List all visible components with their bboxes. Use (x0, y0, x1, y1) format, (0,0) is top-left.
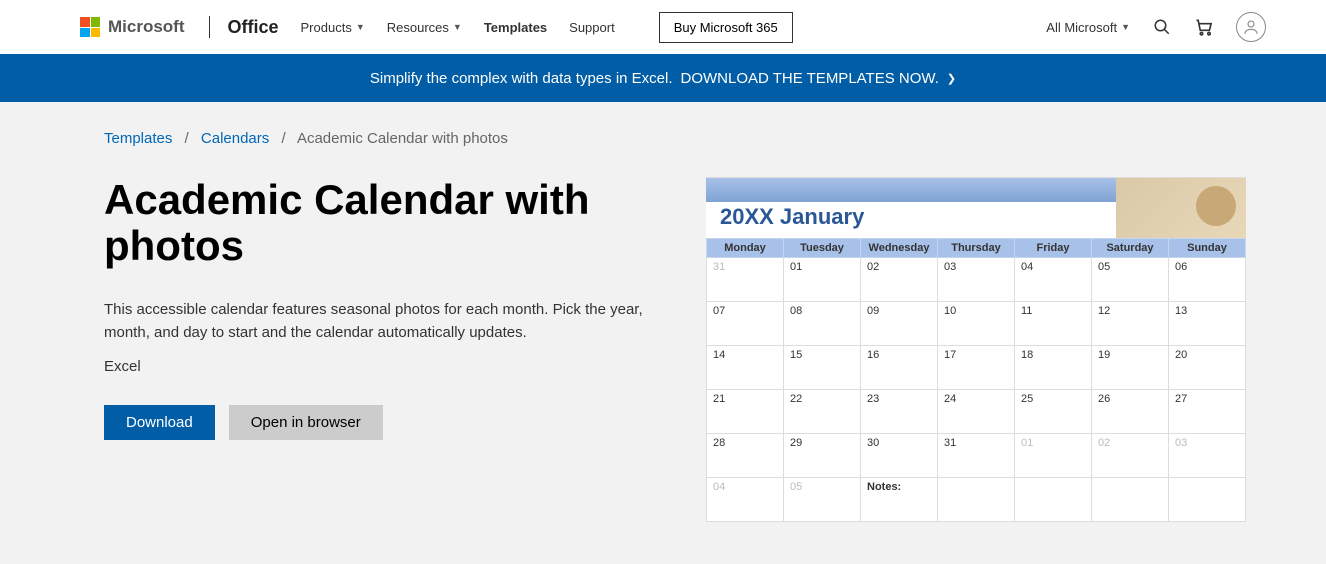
calendar-cell: 05 (784, 478, 861, 522)
banner-cta: DOWNLOAD THE TEMPLATES NOW. (681, 70, 939, 87)
primary-nav: Products ▼ Resources ▼ Templates Support B… (301, 12, 793, 43)
calendar-cell: Notes: (861, 478, 938, 522)
chevron-down-icon: ▼ (356, 22, 365, 32)
calendar-cell: 08 (784, 302, 861, 346)
calendar-cell: 04 (1015, 258, 1092, 302)
calendar-cell: 06 (1169, 258, 1246, 302)
calendar-cell: 12 (1092, 302, 1169, 346)
calendar-cell: 02 (1092, 434, 1169, 478)
open-in-browser-button[interactable]: Open in browser (229, 405, 383, 440)
search-icon[interactable] (1152, 17, 1172, 37)
nav-templates[interactable]: Templates (484, 20, 547, 35)
microsoft-text: Microsoft (108, 17, 185, 37)
calendar-cell: 04 (707, 478, 784, 522)
calendar-day-header: Tuesday (784, 239, 861, 258)
action-buttons: Download Open in browser (104, 405, 659, 440)
template-preview: 20XX January MondayTuesdayWednesdayThurs… (706, 177, 1246, 522)
calendar-cell: 03 (938, 258, 1015, 302)
template-details: Academic Calendar with photos This acces… (104, 177, 659, 522)
calendar-day-header: Wednesday (861, 239, 938, 258)
calendar-cell: 05 (1092, 258, 1169, 302)
all-microsoft-menu[interactable]: All Microsoft ▼ (1046, 20, 1130, 35)
calendar-cell: 23 (861, 390, 938, 434)
calendar-cell: 16 (861, 346, 938, 390)
calendar-cell: 30 (861, 434, 938, 478)
calendar-cell: 26 (1092, 390, 1169, 434)
calendar-cell: 01 (784, 258, 861, 302)
breadcrumb-separator: / (185, 130, 189, 147)
calendar-cell: 09 (861, 302, 938, 346)
breadcrumb-calendars[interactable]: Calendars (201, 130, 269, 147)
promo-banner[interactable]: Simplify the complex with data types in … (0, 54, 1326, 102)
breadcrumb-current: Academic Calendar with photos (297, 130, 508, 147)
calendar-day-header: Sunday (1169, 239, 1246, 258)
calendar-grid: MondayTuesdayWednesdayThursdayFridaySatu… (706, 238, 1246, 522)
calendar-title: 20XX January (720, 204, 864, 230)
calendar-cell: 31 (707, 258, 784, 302)
calendar-cell: 28 (707, 434, 784, 478)
banner-lead: Simplify the complex with data types in … (370, 70, 673, 87)
calendar-cell (1015, 478, 1092, 522)
calendar-cell: 11 (1015, 302, 1092, 346)
header-tools: All Microsoft ▼ (1046, 12, 1306, 42)
calendar-cell: 29 (784, 434, 861, 478)
page-title: Academic Calendar with photos (104, 177, 659, 269)
microsoft-logo[interactable]: Microsoft (80, 17, 185, 37)
calendar-cell: 18 (1015, 346, 1092, 390)
calendar-photo (1116, 178, 1246, 238)
calendar-cell: 17 (938, 346, 1015, 390)
calendar-header: 20XX January (706, 178, 1246, 238)
calendar-cell: 07 (707, 302, 784, 346)
template-app: Excel (104, 358, 659, 375)
nav-products[interactable]: Products ▼ (301, 20, 365, 35)
cart-icon[interactable] (1194, 17, 1214, 37)
nav-templates-label: Templates (484, 20, 547, 35)
calendar-cell (1092, 478, 1169, 522)
calendar-cell: 21 (707, 390, 784, 434)
calendar-cell: 22 (784, 390, 861, 434)
page-content: Templates / Calendars / Academic Calenda… (0, 102, 1326, 564)
account-avatar[interactable] (1236, 12, 1266, 42)
office-brand[interactable]: Office (228, 17, 279, 38)
calendar-cell: 15 (784, 346, 861, 390)
calendar-day-header: Saturday (1092, 239, 1169, 258)
calendar-cell: 01 (1015, 434, 1092, 478)
calendar-cell: 20 (1169, 346, 1246, 390)
buy-microsoft-365-button[interactable]: Buy Microsoft 365 (659, 12, 793, 43)
microsoft-logo-icon (80, 17, 100, 37)
calendar-cell (938, 478, 1015, 522)
calendar-cell: 13 (1169, 302, 1246, 346)
all-microsoft-label: All Microsoft (1046, 20, 1117, 35)
calendar-cell: 14 (707, 346, 784, 390)
breadcrumb: Templates / Calendars / Academic Calenda… (0, 102, 1326, 147)
calendar-cell (1169, 478, 1246, 522)
template-description: This accessible calendar features season… (104, 299, 659, 344)
calendar-cell: 25 (1015, 390, 1092, 434)
chevron-right-icon: ❯ (947, 72, 956, 85)
calendar-cell: 24 (938, 390, 1015, 434)
download-button[interactable]: Download (104, 405, 215, 440)
calendar-cell: 27 (1169, 390, 1246, 434)
breadcrumb-separator: / (281, 130, 285, 147)
calendar-cell: 03 (1169, 434, 1246, 478)
breadcrumb-templates[interactable]: Templates (104, 130, 172, 147)
nav-products-label: Products (301, 20, 352, 35)
site-header: Microsoft Office Products ▼ Resources ▼ Te… (0, 0, 1326, 54)
nav-resources-label: Resources (387, 20, 449, 35)
divider (209, 16, 210, 38)
chevron-down-icon: ▼ (453, 22, 462, 32)
calendar-day-header: Friday (1015, 239, 1092, 258)
nav-resources[interactable]: Resources ▼ (387, 20, 462, 35)
calendar-cell: 02 (861, 258, 938, 302)
calendar-cell: 10 (938, 302, 1015, 346)
calendar-cell: 19 (1092, 346, 1169, 390)
calendar-cell: 31 (938, 434, 1015, 478)
calendar-day-header: Monday (707, 239, 784, 258)
chevron-down-icon: ▼ (1121, 22, 1130, 32)
nav-support-label: Support (569, 20, 615, 35)
calendar-day-header: Thursday (938, 239, 1015, 258)
nav-support[interactable]: Support (569, 20, 615, 35)
